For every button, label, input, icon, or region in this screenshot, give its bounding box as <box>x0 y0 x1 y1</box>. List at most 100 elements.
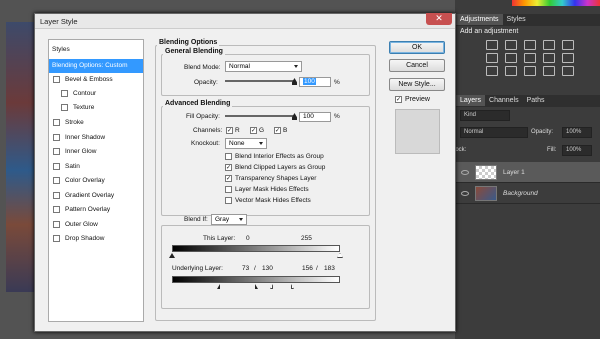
layer-mask-hides-label: Layer Mask Hides Effects <box>235 186 309 193</box>
style-item-color-overlay[interactable]: Color Overlay <box>49 174 143 188</box>
channel-r-checkbox[interactable]: ✓ <box>226 127 233 134</box>
invert-icon[interactable] <box>486 66 498 76</box>
style-item-label: Inner Glow <box>65 148 97 155</box>
layer-name[interactable]: Background <box>503 190 538 197</box>
tab-layers[interactable]: Layers <box>456 95 486 106</box>
layer-opacity-field[interactable]: 100% <box>562 127 592 138</box>
style-item-stroke[interactable]: Stroke <box>49 116 143 130</box>
layer-name[interactable]: Layer 1 <box>503 169 525 176</box>
underlying-low2-value: 130 <box>262 265 273 272</box>
style-item-bevel-emboss[interactable]: Bevel & Emboss <box>49 73 143 87</box>
visibility-eye-icon[interactable] <box>461 190 469 196</box>
blend-if-select[interactable]: Gray <box>211 214 247 225</box>
tab-styles[interactable]: Styles <box>503 14 530 25</box>
style-item-texture[interactable]: Texture <box>49 101 143 115</box>
style-checkbox[interactable] <box>53 163 60 170</box>
fill-opacity-label: Fill Opacity: <box>186 113 220 120</box>
channel-g-label: G <box>259 127 265 134</box>
dialog-title: Layer Style <box>40 17 78 26</box>
close-button[interactable]: ✕ <box>426 13 452 25</box>
color-swatch-strip[interactable] <box>512 0 600 6</box>
hue-saturation-icon[interactable] <box>486 53 498 63</box>
layer-fill-field[interactable]: 100% <box>562 145 592 156</box>
layer-mask-hides-checkbox[interactable] <box>225 186 232 193</box>
opacity-slider-track[interactable] <box>225 80 295 82</box>
photo-filter-icon[interactable] <box>543 53 555 63</box>
layer-blend-mode[interactable]: Normal <box>460 127 528 138</box>
visibility-eye-icon[interactable] <box>461 169 469 175</box>
levels-icon[interactable] <box>505 40 517 50</box>
opacity-field[interactable]: 100 <box>299 77 331 87</box>
channel-b-checkbox[interactable]: ✓ <box>274 127 281 134</box>
ok-button[interactable]: OK <box>389 41 445 54</box>
style-checkbox[interactable] <box>53 134 60 141</box>
style-checkbox[interactable] <box>53 177 60 184</box>
style-checkbox[interactable] <box>53 148 60 155</box>
threshold-icon[interactable] <box>524 66 536 76</box>
preview-checkbox[interactable]: ✓ <box>395 96 402 103</box>
vector-mask-hides-label: Vector Mask Hides Effects <box>235 197 311 204</box>
layer-filter-kind[interactable]: Kind <box>460 110 510 121</box>
layer-thumbnail <box>475 164 497 180</box>
brightness-contrast-icon[interactable] <box>486 40 498 50</box>
channel-r-label: R <box>235 127 240 134</box>
style-item-pattern-overlay[interactable]: Pattern Overlay <box>49 203 143 217</box>
style-item-contour[interactable]: Contour <box>49 87 143 101</box>
style-checkbox[interactable] <box>53 76 60 83</box>
style-item-label: Bevel & Emboss <box>65 76 113 83</box>
blend-interior-checkbox[interactable] <box>225 153 232 160</box>
layer-row-background[interactable]: Background <box>456 183 600 204</box>
style-checkbox[interactable] <box>61 104 68 111</box>
style-checkbox[interactable] <box>61 90 68 97</box>
fill-opacity-percent: % <box>334 113 340 120</box>
layer-row-layer1[interactable]: Layer 1 <box>456 162 600 183</box>
opacity-percent: % <box>334 79 340 86</box>
vector-mask-hides-checkbox[interactable] <box>225 197 232 204</box>
cancel-button[interactable]: Cancel <box>389 59 445 72</box>
gradient-map-icon[interactable] <box>543 66 555 76</box>
vibrance-icon[interactable] <box>562 40 574 50</box>
channel-mixer-icon[interactable] <box>562 53 574 63</box>
channel-g-checkbox[interactable]: ✓ <box>250 127 257 134</box>
underlying-separator-1: / <box>254 265 256 272</box>
style-item-drop-shadow[interactable]: Drop Shadow <box>49 232 143 246</box>
transparency-shapes-checkbox[interactable]: ✓ <box>225 175 232 182</box>
style-checkbox[interactable] <box>53 235 60 242</box>
tab-paths[interactable]: Paths <box>523 95 549 106</box>
style-preview-swatch <box>395 109 440 154</box>
style-item-satin[interactable]: Satin <box>49 160 143 174</box>
exposure-icon[interactable] <box>543 40 555 50</box>
style-checkbox[interactable] <box>53 206 60 213</box>
blend-clipped-checkbox[interactable]: ✓ <box>225 164 232 171</box>
style-item-label: Stroke <box>65 119 84 126</box>
color-balance-icon[interactable] <box>505 53 517 63</box>
style-item-outer-glow[interactable]: Outer Glow <box>49 218 143 232</box>
style-item-label: Texture <box>73 104 95 111</box>
curves-icon[interactable] <box>524 40 536 50</box>
tab-channels[interactable]: Channels <box>485 95 523 106</box>
fill-opacity-field[interactable]: 100 <box>299 112 331 122</box>
tab-adjustments[interactable]: Adjustments <box>456 14 503 25</box>
blend-if-label: Blend If: <box>182 216 210 223</box>
adjustments-panel-tabs: Adjustments Styles <box>456 14 600 26</box>
posterize-icon[interactable] <box>505 66 517 76</box>
blend-mode-select[interactable]: Normal <box>225 61 302 72</box>
style-checkbox[interactable] <box>53 119 60 126</box>
style-checkbox[interactable] <box>53 192 60 199</box>
dialog-titlebar[interactable]: Layer Style ✕ <box>35 13 455 29</box>
fill-opacity-slider-track[interactable] <box>225 115 295 117</box>
styles-list-header[interactable]: Styles <box>49 43 143 57</box>
style-item-blending-options[interactable]: Blending Options: Custom <box>49 59 143 73</box>
style-item-inner-shadow[interactable]: Inner Shadow <box>49 131 143 145</box>
knockout-label: Knockout: <box>191 140 220 147</box>
style-item-gradient-overlay[interactable]: Gradient Overlay <box>49 189 143 203</box>
knockout-select[interactable]: None <box>225 138 267 149</box>
style-item-label: Gradient Overlay <box>65 192 115 199</box>
new-style-button[interactable]: New Style... <box>389 78 445 91</box>
black-white-icon[interactable] <box>524 53 536 63</box>
style-item-label: Inner Shadow <box>65 134 106 141</box>
selective-color-icon[interactable] <box>562 66 574 76</box>
style-checkbox[interactable] <box>53 221 60 228</box>
preview-label: Preview <box>405 96 430 103</box>
style-item-inner-glow[interactable]: Inner Glow <box>49 145 143 159</box>
